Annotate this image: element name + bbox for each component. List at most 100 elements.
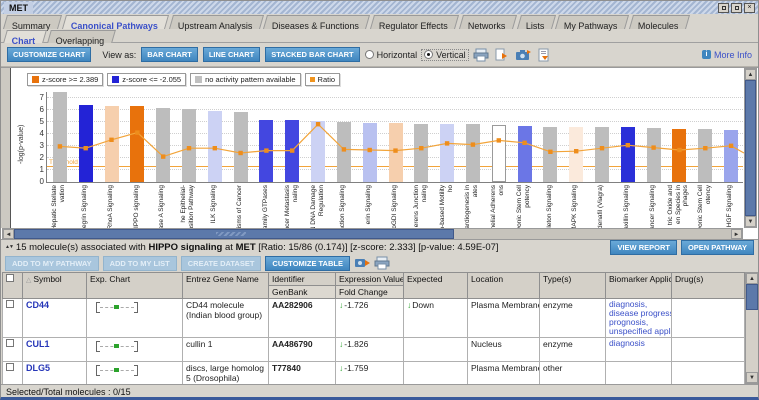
x-label-n-dna-damage-regulation[interactable]: N DNA DamageRegulation	[310, 185, 325, 229]
x-label-yonic-stem-cell-otency[interactable]: yonic Stem Cellotency	[697, 185, 712, 229]
col-header-symbol[interactable]: △ Symbol	[23, 273, 87, 299]
create-dataset-button[interactable]: CREATE DATASET	[181, 256, 262, 271]
chart-bar-he-epithelial-nsition-pathway[interactable]	[182, 109, 196, 182]
view-report-button[interactable]: VIEW REPORT	[610, 240, 677, 255]
more-info-link[interactable]: i More Info	[702, 50, 752, 60]
chart-bar-nction-signaling[interactable]	[337, 122, 351, 182]
tab-lists[interactable]: Lists	[517, 15, 556, 29]
table-row-dlg5[interactable]: DLG5discs, large homolog 5 (Drosophila)T…	[3, 362, 745, 385]
chart-bar-ase-a-signaling[interactable]	[156, 108, 170, 182]
x-label-helial-adherens-ons[interactable]: helial Adherensons	[490, 185, 505, 229]
tab-my-pathways[interactable]: My Pathways	[555, 15, 629, 29]
table-scroll-thumb[interactable]	[746, 284, 758, 310]
scroll-right-icon[interactable]: ►	[731, 229, 742, 239]
table-row-cul1[interactable]: CUL1cullin 1AA486790↓-1.826Nucleusenzyme…	[3, 338, 745, 362]
x-label-ancer-signaling[interactable]: ancer Signaling	[649, 185, 657, 229]
customize-chart-button[interactable]: CUSTOMIZE CHART	[7, 47, 91, 62]
table-scroll-up-icon[interactable]: ▲	[746, 273, 758, 284]
x-label-ardiogenesis-in-ates[interactable]: ardiogenesis inates	[464, 185, 479, 229]
export-report-icon[interactable]	[536, 48, 552, 62]
col-header-expression-value[interactable]: Expression Value	[336, 273, 404, 286]
add-to-my-list-button[interactable]: ADD TO MY LIST	[103, 256, 177, 271]
table-scroll-track[interactable]	[746, 310, 758, 372]
chart-bar-denafil-viagra[interactable]	[595, 127, 609, 182]
row-checkbox[interactable]	[6, 339, 14, 347]
line-chart-button[interactable]: LINE CHART	[203, 47, 260, 62]
subtab-chart[interactable]: Chart	[3, 30, 46, 43]
x-label-hepatic-stellate-vation[interactable]: Hepatic Stellatevation	[51, 185, 66, 229]
col-header-exp-chart[interactable]: Exp. Chart	[87, 273, 183, 299]
x-label-tric-oxide-and-en-species-in-phages[interactable]: tric Oxide anden Species inphages	[667, 185, 690, 229]
customize-table-button[interactable]: CUSTOMIZE TABLE	[265, 256, 350, 271]
chart-bar-helial-adherens-ons[interactable]	[492, 125, 506, 182]
x-label-mapk-signaling[interactable]: MAPK Signaling	[571, 185, 579, 229]
x-label-ncer-metastasis-naling[interactable]: ncer Metastasisnaling	[284, 185, 299, 229]
print-icon[interactable]	[473, 48, 489, 62]
col-header-location[interactable]: Location	[468, 273, 540, 299]
chart-bar-rhoa-signaling[interactable]	[105, 106, 119, 182]
splitter-strip[interactable]	[1, 68, 11, 228]
x-label-eleton-signaling[interactable]: eleton Signaling	[546, 185, 554, 229]
gene-symbol-link[interactable]: CD44	[26, 300, 49, 310]
col-header-identifier[interactable]: Identifier	[269, 273, 336, 286]
chart-bar-ancer-signaling[interactable]	[647, 128, 661, 182]
horizontal-scroll-track[interactable]	[454, 229, 731, 239]
chart-bar-eleton-signaling[interactable]	[543, 127, 557, 182]
col-header-checkbox[interactable]	[3, 273, 23, 299]
col-subheader-fold-change[interactable]: Fold Change	[336, 286, 404, 299]
col-subheader-genbank[interactable]: GenBank	[269, 286, 336, 299]
table-print-icon[interactable]	[374, 256, 390, 270]
chart-bar-erens-junction-naling[interactable]	[414, 124, 428, 182]
row-checkbox[interactable]	[6, 363, 14, 371]
x-label-he-epithelial-nsition-pathway[interactable]: he Epithelial-nsition Pathway	[180, 185, 195, 229]
chart-bar-hgf-signaling[interactable]	[724, 130, 738, 182]
tab-networks[interactable]: Networks	[459, 15, 517, 29]
chart-bar-ilk-signaling[interactable]	[208, 111, 222, 182]
header-checkbox[interactable]	[6, 274, 14, 282]
x-label-erens-junction-naling[interactable]: erens Junctionnaling	[413, 185, 428, 229]
col-header-entrez-gene-name[interactable]: Entrez Gene Name	[183, 273, 269, 299]
x-label-nction-signaling[interactable]: nction Signaling	[339, 185, 347, 229]
horizontal-scroll-thumb[interactable]	[14, 229, 454, 239]
gene-symbol-link[interactable]: CUL1	[26, 339, 50, 349]
tab-upstream-analysis[interactable]: Upstream Analysis	[169, 15, 264, 29]
x-label-ilk-signaling[interactable]: ILK Signaling	[210, 185, 218, 229]
scroll-up-icon[interactable]: ▲	[745, 69, 756, 80]
table-vertical-scrollbar[interactable]: ▲ ▼	[745, 272, 759, 384]
x-label-axillin-signaling[interactable]: axillin Signaling	[623, 185, 631, 229]
x-label-denafil-viagra[interactable]: denafil (Viagra)	[597, 185, 605, 229]
maximize-icon[interactable]	[731, 3, 742, 13]
x-label-hgf-signaling[interactable]: HGF Signaling	[726, 185, 734, 229]
x-label-rhoa-signaling[interactable]: RhoA Signaling	[107, 185, 115, 229]
export-image-icon[interactable]	[494, 48, 510, 62]
x-label-erin-signaling[interactable]: erin Signaling	[365, 185, 373, 229]
close-icon[interactable]: ×	[744, 3, 755, 13]
horizontal-radio-circle[interactable]	[365, 50, 374, 59]
table-export-icon[interactable]	[354, 256, 370, 270]
chart-vertical-scrollbar[interactable]: ▲ ▼	[744, 68, 757, 228]
tab-diseases-functions[interactable]: Diseases & Functions	[263, 15, 370, 29]
chart-bar-ncer-metastasis-naling[interactable]	[285, 120, 299, 182]
chart-bar-tegrin-signaling[interactable]	[79, 105, 93, 182]
x-label-family-gtpases[interactable]: Family GTPases	[262, 185, 270, 229]
tab-canonical-pathways[interactable]: Canonical Pathways	[62, 15, 169, 29]
chart-bar-nisms-of-cancer[interactable]	[234, 112, 248, 182]
splitter-toggle-icon[interactable]: ▲▼	[5, 245, 13, 250]
x-label-yonic-stem-cell-potency[interactable]: yonic Stem Cellpotency	[516, 185, 531, 229]
chart-bar-yonic-stem-cell-potency[interactable]	[518, 126, 532, 182]
vertical-scroll-thumb[interactable]	[745, 80, 756, 216]
chart-bar-hepatic-stellate-vation[interactable]	[53, 92, 67, 182]
scroll-down-icon[interactable]: ▼	[745, 216, 756, 227]
subtab-overlapping[interactable]: Overlapping	[47, 30, 115, 43]
x-label-ase-a-signaling[interactable]: ase A Signaling	[158, 185, 166, 229]
x-label-ogdi-signaling[interactable]: oGDI Signaling	[391, 185, 399, 229]
col-header-type-s[interactable]: Type(s)	[540, 273, 606, 299]
tab-regulator-effects[interactable]: Regulator Effects	[370, 15, 459, 29]
chart-bar-ippo-signaling[interactable]	[130, 106, 144, 182]
tab-molecules[interactable]: Molecules	[629, 15, 690, 29]
chart-bar-mapk-signaling[interactable]	[569, 127, 583, 182]
chart-bar-erin-signaling[interactable]	[363, 123, 377, 182]
x-label-tegrin-signaling[interactable]: tegrin Signaling	[81, 185, 89, 229]
vertical-radio-circle[interactable]	[424, 50, 433, 59]
chart-bar-tric-oxide-and-en-species-in-phages[interactable]	[672, 129, 686, 182]
